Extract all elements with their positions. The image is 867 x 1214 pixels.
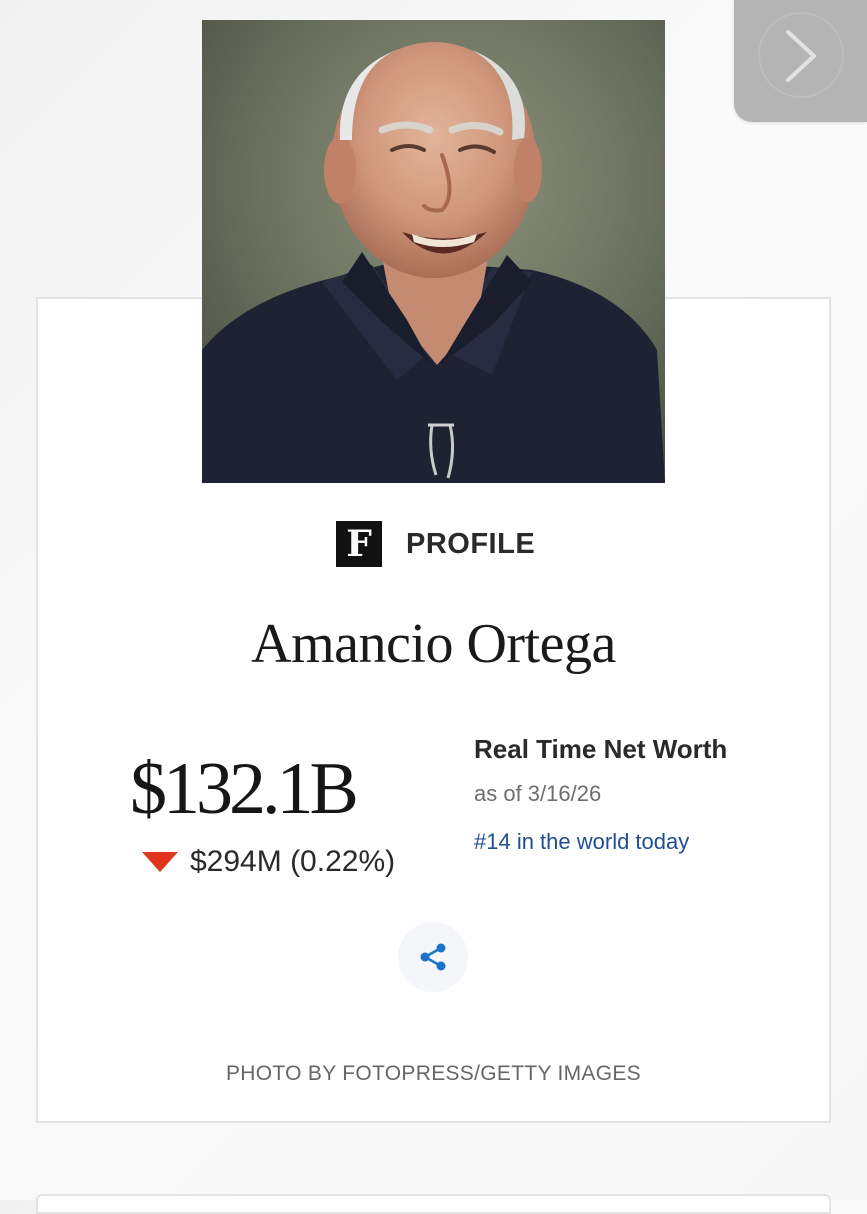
net-worth-value: $132.1B xyxy=(130,748,359,830)
profile-photo xyxy=(202,20,665,483)
next-card-edge xyxy=(36,1194,831,1214)
world-rank-link[interactable]: #14 in the world today xyxy=(474,829,689,855)
net-worth-change: $294M (0.22%) xyxy=(142,844,395,880)
portrait-illustration xyxy=(202,20,665,483)
as-of-date: as of 3/16/26 xyxy=(474,781,602,806)
next-button[interactable] xyxy=(734,0,867,122)
share-button[interactable] xyxy=(398,922,468,992)
person-name: Amancio Ortega xyxy=(251,613,616,675)
brand-row: F PROFILE xyxy=(336,521,535,567)
chevron-right-icon xyxy=(786,30,816,82)
triangle-down-icon xyxy=(142,852,178,872)
share-icon xyxy=(420,943,446,971)
forbes-logo: F xyxy=(336,521,382,567)
brand-label: PROFILE xyxy=(406,527,536,560)
real-time-net-worth-title: Real Time Net Worth xyxy=(474,734,728,764)
photo-credit: PHOTO BY FOTOPRESS/GETTY IMAGES xyxy=(225,1062,641,1085)
change-value: $294M (0.22%) xyxy=(190,845,396,878)
